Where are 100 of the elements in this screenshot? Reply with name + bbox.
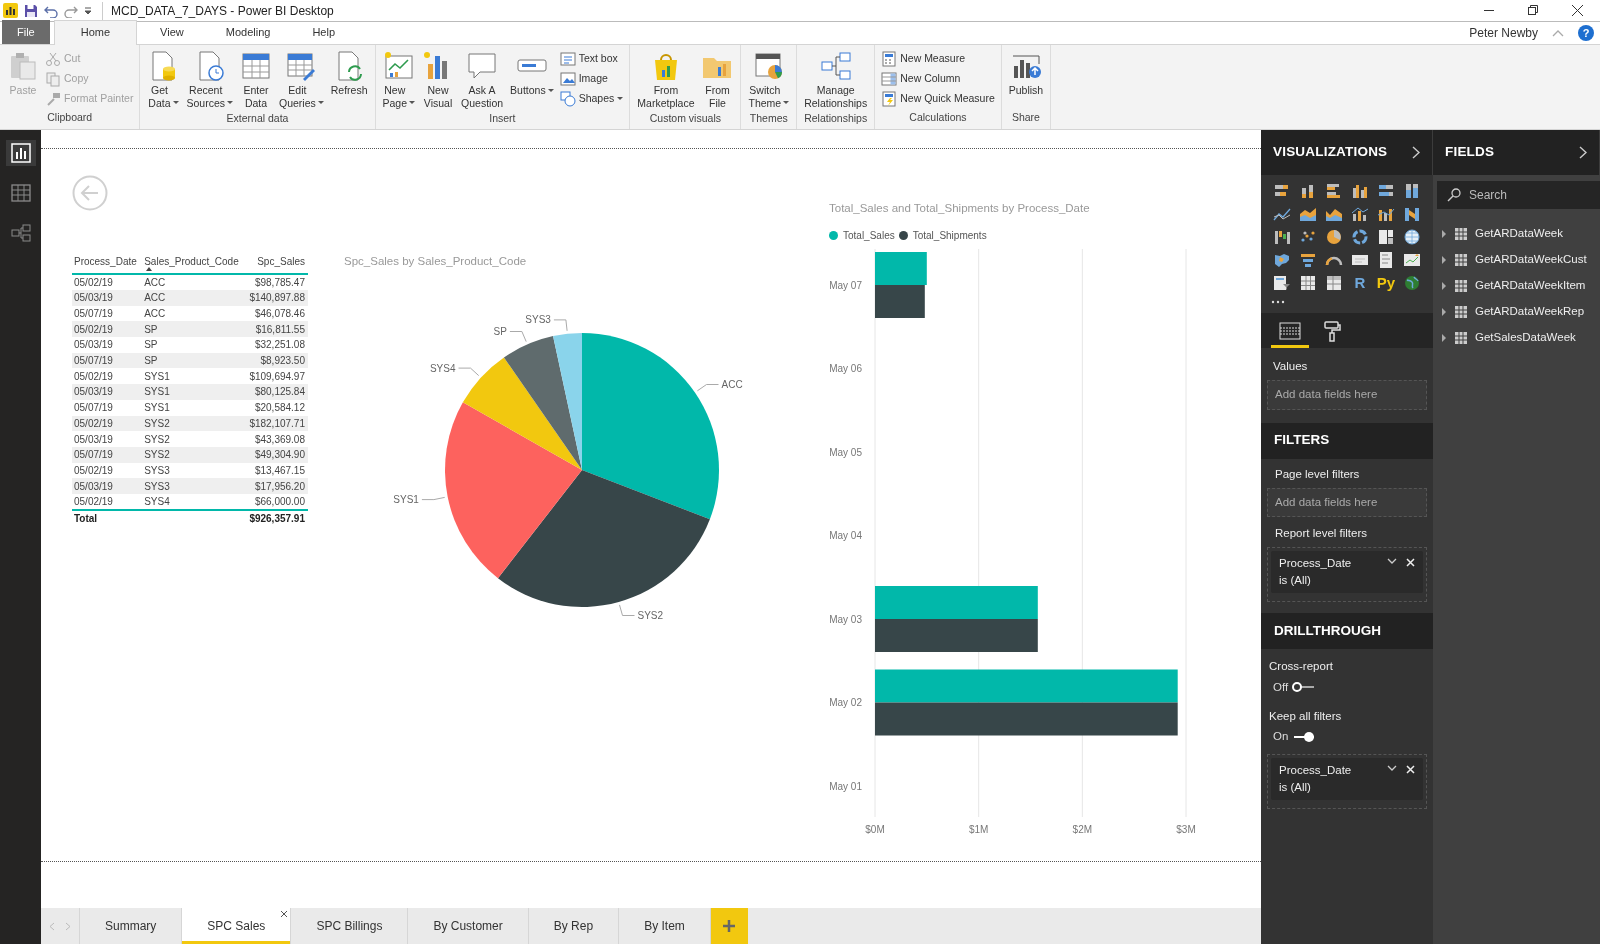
table-icon bbox=[1455, 254, 1467, 266]
column-chart-icon[interactable] bbox=[1403, 182, 1421, 200]
filter-card[interactable]: Process_Date is (All) bbox=[1271, 758, 1423, 801]
table-icon[interactable] bbox=[1299, 274, 1317, 292]
chart-title: Spc_Sales by Sales_Product_Code bbox=[344, 254, 528, 269]
recent-sources-button[interactable]: Recent Sources bbox=[183, 48, 236, 111]
shapes-button[interactable]: Shapes bbox=[557, 89, 626, 108]
table-icon bbox=[10, 183, 31, 203]
add-page-button[interactable] bbox=[710, 908, 748, 944]
toggle-switch[interactable] bbox=[1292, 730, 1315, 743]
group-label: Relationships bbox=[803, 111, 869, 126]
field-table-item[interactable]: GetARDataWeekRep bbox=[1433, 299, 1600, 325]
pie-slice[interactable] bbox=[445, 402, 582, 579]
restore-icon[interactable] bbox=[1528, 5, 1538, 15]
shapes-icon bbox=[559, 90, 576, 107]
manage-relationships-button[interactable]: Manage Relationships bbox=[801, 48, 871, 111]
pie-slice[interactable] bbox=[582, 333, 719, 520]
table-cell: SYS3 bbox=[144, 480, 170, 492]
from-marketplace-button[interactable]: From Marketplace bbox=[634, 48, 698, 111]
ribbon-tab[interactable]: Modeling bbox=[206, 19, 290, 44]
leader-line bbox=[421, 497, 446, 501]
ribbon-tab[interactable]: Home bbox=[53, 19, 138, 45]
slicer-icon[interactable] bbox=[1273, 274, 1291, 292]
map-icon[interactable] bbox=[1273, 251, 1291, 269]
chevron-right-icon[interactable] bbox=[1579, 146, 1587, 159]
buttons-button[interactable]: Buttons bbox=[507, 48, 557, 99]
drop-zone[interactable]: Add data fields here bbox=[1267, 380, 1427, 410]
python-visual-glyph[interactable]: Py bbox=[1376, 274, 1396, 292]
page-tab[interactable]: SPC Sales bbox=[182, 908, 292, 944]
ribbon-tab[interactable]: View bbox=[141, 19, 203, 44]
bar[interactable] bbox=[875, 586, 1038, 620]
help-button[interactable]: ? bbox=[1578, 25, 1594, 41]
text-box-button[interactable]: Text box bbox=[557, 49, 626, 68]
clustered-column-chart-icon[interactable] bbox=[1351, 182, 1369, 200]
get-data-button[interactable]: Get Data bbox=[144, 48, 183, 111]
enter-data-button[interactable]: Enter Data bbox=[237, 48, 275, 111]
refresh-button[interactable]: Refresh bbox=[327, 48, 371, 99]
globe-icon[interactable] bbox=[1403, 274, 1421, 292]
filter-card[interactable]: Process_Date is (All) bbox=[1271, 551, 1423, 594]
field-table-item[interactable]: GetARDataWeek bbox=[1433, 221, 1600, 247]
new-visual-button[interactable]: New Visual bbox=[419, 48, 458, 111]
waterfall-chart-icon[interactable] bbox=[1273, 228, 1291, 246]
bar[interactable] bbox=[875, 619, 1038, 653]
bar[interactable] bbox=[875, 252, 927, 286]
close-icon[interactable] bbox=[1572, 5, 1583, 16]
app-logo-icon bbox=[3, 3, 18, 18]
ask-question-button[interactable]: Ask A Question bbox=[458, 48, 507, 111]
report-view-button[interactable] bbox=[5, 140, 36, 166]
legend-label[interactable]: Total_Shipments bbox=[912, 228, 987, 244]
chevron-down-icon[interactable] bbox=[1387, 558, 1397, 566]
file-menu-tab[interactable]: File bbox=[2, 19, 50, 44]
field-table-item[interactable]: GetARDataWeekItem bbox=[1433, 273, 1600, 299]
group-label: Calculations bbox=[908, 110, 968, 126]
drop-zone[interactable]: Add data fields here bbox=[1267, 487, 1427, 517]
matrix-icon[interactable] bbox=[1325, 274, 1343, 292]
pie-chart-icon[interactable] bbox=[1325, 228, 1343, 246]
column-header[interactable]: Process_Date bbox=[74, 256, 137, 267]
ribbon-chart-icon[interactable] bbox=[1403, 205, 1421, 223]
kpi-icon[interactable] bbox=[1403, 251, 1421, 269]
table-cell: 05/02/19 bbox=[74, 323, 113, 335]
multi-row-card-icon[interactable] bbox=[1377, 251, 1395, 269]
toggle-switch[interactable] bbox=[1292, 681, 1315, 694]
column-header[interactable]: Sales_Product_Code bbox=[144, 256, 239, 267]
chevron-down-icon[interactable] bbox=[1387, 765, 1397, 773]
table-cell: $46,078.46 bbox=[254, 308, 305, 320]
switch-theme-button[interactable]: Switch Theme bbox=[745, 48, 793, 111]
table-cell: 05/02/19 bbox=[74, 495, 113, 507]
pie-slice[interactable] bbox=[503, 336, 582, 471]
chevron-right-icon[interactable] bbox=[1412, 146, 1420, 159]
new-column-button[interactable]: New Column bbox=[879, 69, 997, 88]
image-button[interactable]: Image bbox=[557, 69, 626, 88]
treemap-icon[interactable] bbox=[1377, 228, 1395, 246]
field-table-item[interactable]: GetSalesDataWeek bbox=[1433, 325, 1600, 351]
legend-label[interactable]: Total_Sales bbox=[843, 228, 895, 244]
pie-slice[interactable] bbox=[497, 470, 710, 608]
donut-chart-icon[interactable] bbox=[1351, 228, 1369, 246]
ribbon-tab[interactable]: Help bbox=[293, 19, 354, 44]
globe-icon[interactable] bbox=[1403, 228, 1421, 246]
save-icon[interactable] bbox=[24, 3, 38, 18]
search-field[interactable]: Search bbox=[1437, 181, 1600, 209]
funnel-icon[interactable] bbox=[1299, 251, 1317, 269]
clustered-bar-chart-icon[interactable] bbox=[1325, 182, 1343, 200]
bar[interactable] bbox=[875, 285, 925, 319]
pie-slice[interactable] bbox=[462, 357, 582, 471]
publish-button[interactable]: Publish bbox=[1005, 48, 1047, 99]
edit-queries-button[interactable]: Edit Queries bbox=[276, 48, 327, 111]
close-icon[interactable] bbox=[281, 911, 288, 917]
from-file-button[interactable]: From File bbox=[698, 48, 737, 111]
calculator-icon bbox=[881, 50, 898, 67]
column-header[interactable]: Spc_Sales bbox=[257, 256, 305, 267]
customize-caret-icon[interactable] bbox=[84, 5, 92, 16]
line-column-chart-icon[interactable] bbox=[1351, 205, 1369, 223]
calculator-bolt-icon bbox=[881, 90, 898, 107]
new-quick-measure-button[interactable]: New Quick Measure bbox=[879, 89, 997, 108]
new-page-button[interactable]: New Page bbox=[379, 48, 419, 111]
r-visual-glyph[interactable]: R bbox=[1354, 274, 1366, 292]
field-table-item[interactable]: GetARDataWeekCust bbox=[1433, 247, 1600, 273]
area-chart-icon[interactable] bbox=[1299, 205, 1317, 223]
new-measure-button[interactable]: New Measure bbox=[879, 49, 997, 68]
more-icon[interactable] bbox=[1271, 300, 1285, 304]
